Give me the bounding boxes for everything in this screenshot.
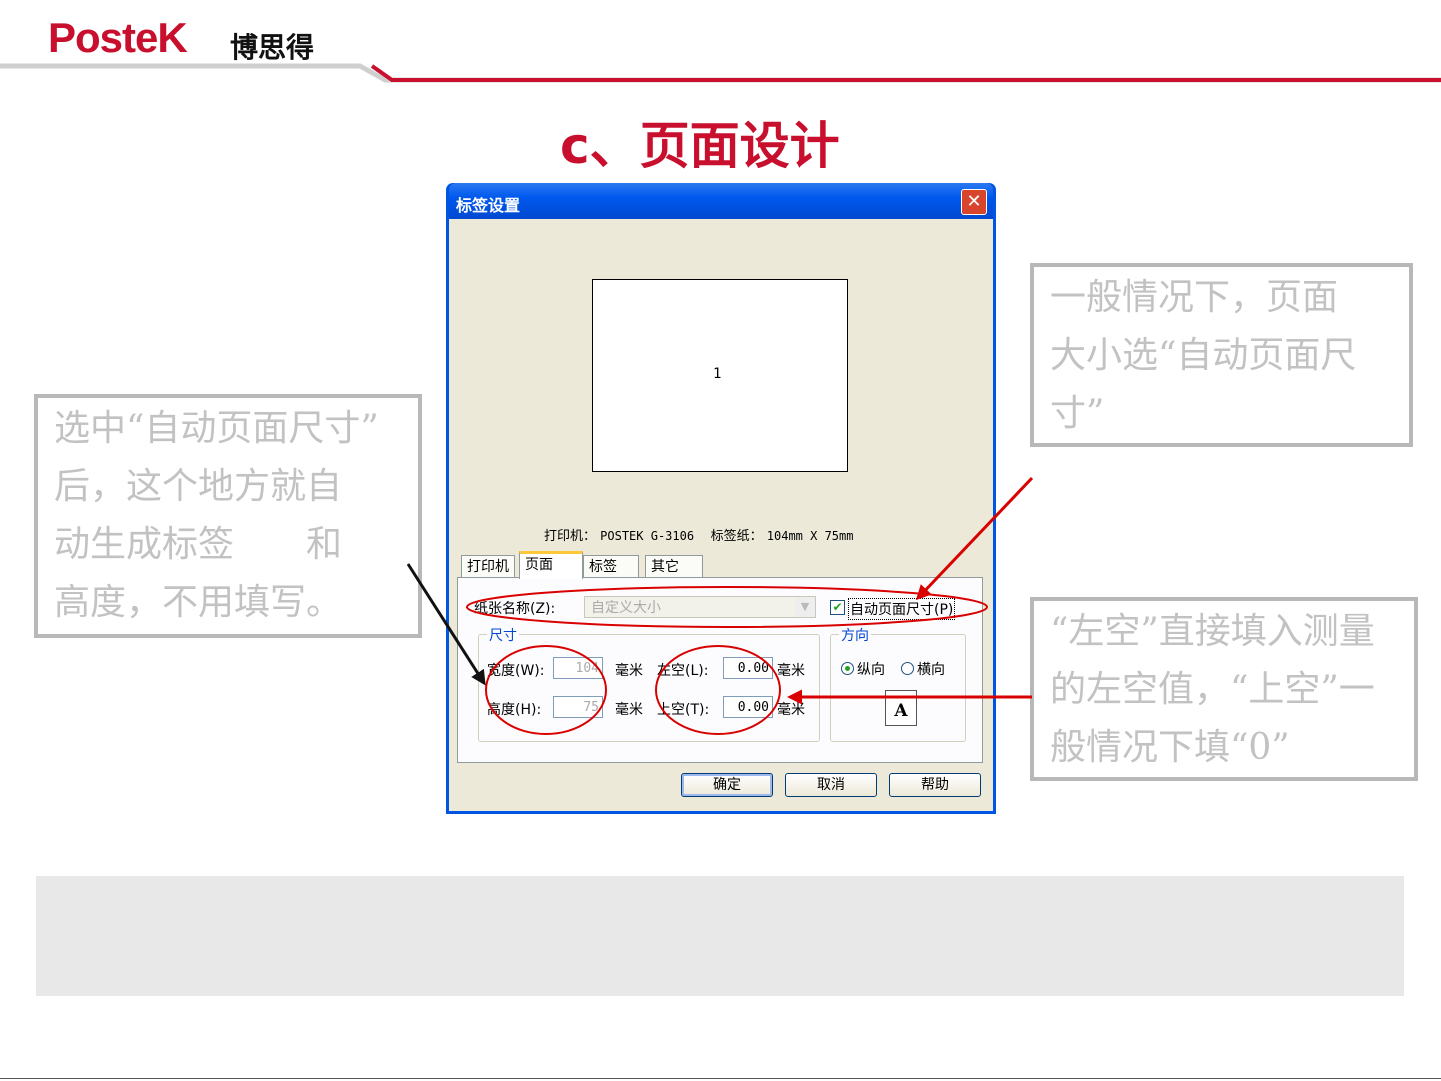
tab-page[interactable]: 页面 (519, 551, 583, 579)
label-settings-dialog: 标签设置 ✕ 1 打印机： POSTEK G-3106 标签纸： 104mm X… (446, 183, 996, 814)
width-unit: 毫米 (615, 663, 643, 679)
preview-number: 1 (713, 366, 722, 382)
callout-line: 动生成标签 和 (54, 524, 343, 565)
status-line: 打印机： POSTEK G-3106 标签纸： 104mm X 75mm (544, 525, 853, 544)
help-button[interactable]: 帮助 (889, 773, 981, 797)
page-orientation-icon: A (885, 690, 917, 726)
left-margin-label: 左空(L): (657, 663, 709, 679)
top-right-callout: 一般情况下，页面 大小选“自动页面尺 寸” (1030, 263, 1413, 447)
printer-value: POSTEK G-3106 (600, 529, 695, 543)
portrait-label[interactable]: 纵向 (857, 659, 885, 679)
footer-line (0, 1078, 1441, 1079)
tab-other[interactable]: 其它 (645, 555, 703, 577)
height-label: 高度(H): (487, 702, 542, 718)
height-field[interactable]: 75 (553, 696, 603, 718)
dialog-title: 标签设置 (456, 196, 521, 215)
bottom-band (36, 876, 1404, 996)
landscape-label[interactable]: 横向 (917, 659, 945, 679)
dialog-client: 1 打印机： POSTEK G-3106 标签纸： 104mm X 75mm 打… (449, 219, 993, 811)
paper-name-label: 纸张名称(Z): (474, 601, 556, 617)
orientation-group-title: 方向 (839, 625, 871, 645)
paper-name-select[interactable]: 自定义大小 ▼ (584, 596, 816, 618)
paper-value: 104mm X 75mm (766, 529, 854, 543)
callout-line: 寸” (1050, 393, 1105, 434)
tab-label[interactable]: 标签 (583, 555, 639, 577)
left-margin-field[interactable]: 0.00 (723, 657, 773, 679)
width-label: 宽度(W): (487, 663, 545, 679)
bottom-right-callout: “左空”直接填入测量 的左空值，“上空”一 般情况下填“0” (1030, 597, 1418, 781)
header-rule (0, 63, 1441, 83)
callout-line: 选中“自动页面尺寸” (54, 408, 379, 449)
left-margin-unit: 毫米 (777, 663, 805, 679)
top-margin-unit: 毫米 (777, 702, 805, 718)
callout-line: 般情况下填“0” (1050, 727, 1290, 768)
top-margin-label: 上空(T): (657, 702, 710, 718)
landscape-radio[interactable] (901, 662, 914, 675)
callout-line: 后，这个地方就自 (54, 466, 343, 507)
close-icon[interactable]: ✕ (961, 189, 987, 215)
portrait-radio[interactable] (841, 662, 854, 675)
callout-line: 大小选“自动页面尺 (1050, 335, 1357, 376)
callout-line: “左空”直接填入测量 (1050, 611, 1375, 652)
size-group-title: 尺寸 (487, 625, 519, 645)
page-tab-panel: 纸张名称(Z): 自定义大小 ▼ ✔ 自动页面尺寸(P) 尺寸 宽度(W): 1… (457, 577, 983, 763)
printer-label: 打印机： (544, 529, 597, 544)
top-margin-field[interactable]: 0.00 (723, 696, 773, 718)
callout-line: 的左空值，“上空”一 (1050, 669, 1375, 710)
cancel-button[interactable]: 取消 (785, 773, 877, 797)
chevron-down-icon[interactable]: ▼ (795, 597, 815, 617)
width-field[interactable]: 104 (553, 657, 603, 679)
auto-size-label[interactable]: 自动页面尺寸(P) (848, 598, 956, 620)
postek-logo: PosteK (48, 14, 188, 61)
size-group: 尺寸 宽度(W): 104 毫米 左空(L): 0.00 毫米 高度(H): 7… (478, 625, 820, 742)
dialog-titlebar[interactable]: 标签设置 ✕ (449, 183, 993, 219)
auto-size-checkbox[interactable]: ✔ (830, 600, 845, 615)
slide-title: c、页面设计 (560, 117, 840, 175)
height-unit: 毫米 (615, 702, 643, 718)
orientation-group: 方向 纵向 横向 A (830, 625, 966, 742)
callout-line: 高度，不用填写。 (54, 582, 343, 623)
ok-button[interactable]: 确定 (681, 773, 773, 797)
paper-name-value: 自定义大小 (591, 600, 661, 616)
left-callout: 选中“自动页面尺寸” 后，这个地方就自 动生成标签 和 高度，不用填写。 (34, 394, 422, 638)
paper-label: 标签纸： (710, 529, 763, 544)
label-preview: 1 (592, 279, 848, 472)
tab-printer[interactable]: 打印机 (461, 555, 515, 577)
callout-line: 一般情况下，页面 (1050, 277, 1339, 318)
